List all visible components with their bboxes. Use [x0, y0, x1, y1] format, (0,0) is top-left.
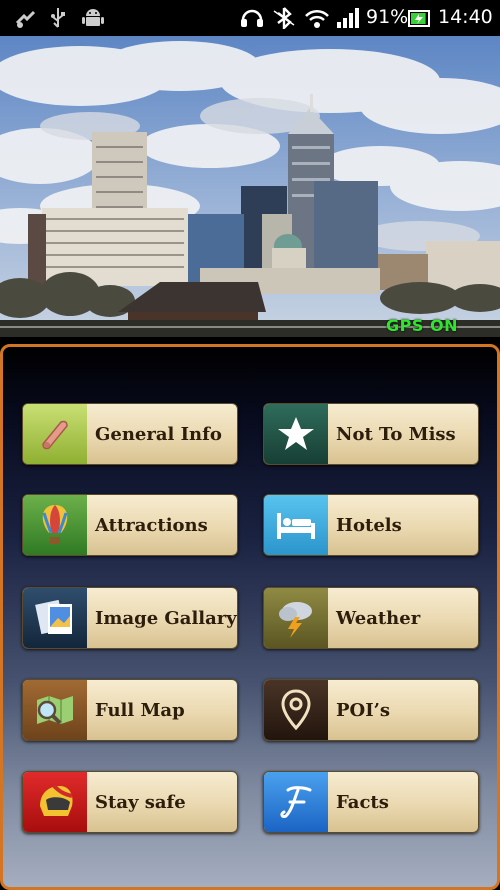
full-map-button[interactable]: Full Map [22, 679, 238, 741]
button-label: Hotels [336, 514, 402, 536]
headset-icon [241, 9, 263, 27]
status-bar: 91% 14:40 [0, 0, 500, 36]
battery-percent: 91% [366, 6, 409, 28]
cell-signal-icon [337, 8, 359, 28]
button-label: Stay safe [95, 791, 186, 813]
button-label: General Info [95, 423, 222, 445]
battery-icon [408, 10, 430, 27]
hotels-button[interactable]: Hotels [263, 494, 479, 556]
photos-icon [23, 588, 87, 648]
button-label: Not To Miss [336, 423, 456, 445]
map-magnifier-icon [23, 680, 87, 740]
android-icon [82, 9, 104, 26]
button-label: Weather [336, 607, 421, 629]
facts-button[interactable]: Facts [263, 771, 479, 833]
f-letter-icon [264, 772, 328, 832]
button-label: Attractions [95, 514, 208, 536]
wifi-icon [305, 9, 329, 28]
weather-button[interactable]: Weather [263, 587, 479, 649]
gps-status: GPS ON [386, 316, 458, 335]
general-info-button[interactable]: General Info [22, 403, 238, 465]
pois-button[interactable]: POI’s [263, 679, 479, 741]
usb-icon [51, 8, 65, 28]
stay-safe-button[interactable]: Stay safe [22, 771, 238, 833]
menu-panel: General Info Not To Miss Attractions Hot… [0, 344, 500, 890]
button-label: Full Map [95, 699, 185, 721]
image-gallary-button[interactable]: Image Gallary [22, 587, 238, 649]
scroll-icon [23, 404, 87, 464]
button-label: POI’s [336, 699, 391, 721]
map-pin-icon [264, 680, 328, 740]
attractions-button[interactable]: Attractions [22, 494, 238, 556]
not-to-miss-button[interactable]: Not To Miss [263, 403, 479, 465]
button-label: Image Gallary [95, 607, 237, 629]
hot-air-balloon-icon [23, 495, 87, 555]
helmet-icon [23, 772, 87, 832]
clock: 14:40 [438, 6, 493, 28]
bed-icon [264, 495, 328, 555]
skyline-photo: GPS ON [0, 36, 500, 337]
bluetooth-icon [273, 7, 295, 29]
storm-cloud-icon [264, 588, 328, 648]
signal-sync-icon [15, 10, 36, 28]
button-label: Facts [336, 791, 389, 813]
star-icon [264, 404, 328, 464]
